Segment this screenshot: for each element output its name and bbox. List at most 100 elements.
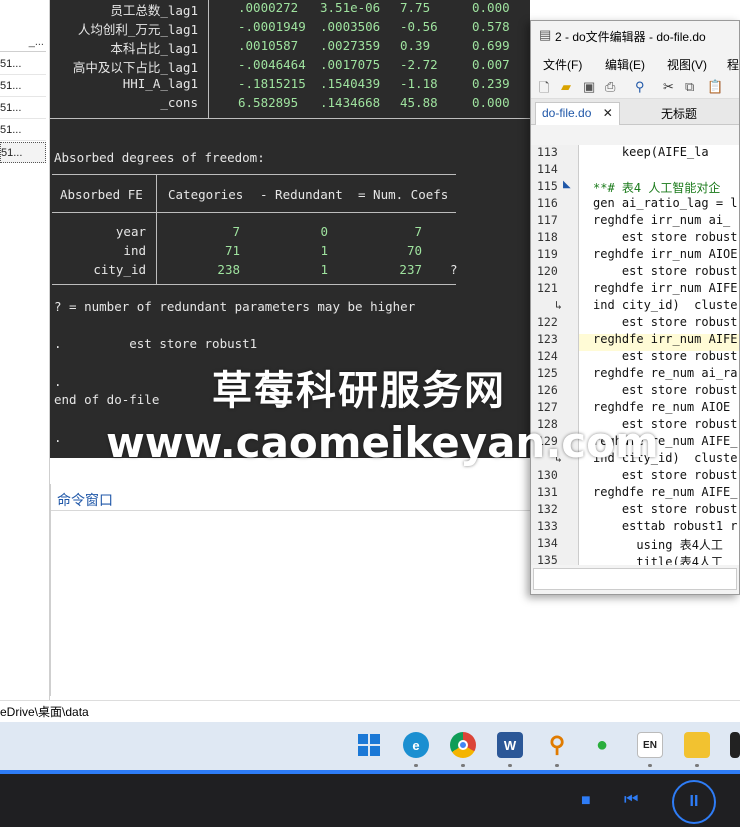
previous-icon[interactable]: ⏮ — [624, 791, 638, 809]
menu-program[interactable]: 程 — [727, 56, 739, 73]
footnote: ? = number of redundant parameters may b… — [54, 299, 416, 314]
line-number: 118 — [537, 230, 558, 244]
cut-icon[interactable]: ✂ — [663, 79, 674, 95]
line-number: 125 — [537, 366, 558, 380]
code-line: est store robust — [593, 468, 738, 482]
wrap-indicator-icon: ↳ — [555, 298, 562, 312]
variable-row-selected[interactable]: 51... — [0, 142, 46, 163]
windows-start-icon[interactable] — [356, 732, 382, 758]
fe-table-divider — [156, 174, 157, 284]
variable-row[interactable]: 51... — [0, 98, 46, 119]
tab-dofile[interactable]: do-file.do ✕ — [535, 102, 620, 125]
playback-progress[interactable] — [0, 770, 740, 774]
fe-cell-flag: ? — [450, 262, 458, 277]
line-number: 127 — [537, 400, 558, 414]
prompt-dot: . — [54, 430, 62, 445]
reg-cell-t: -1.18 — [400, 76, 438, 91]
save-icon[interactable]: ▣ — [583, 79, 595, 95]
line-number: 117 — [537, 213, 558, 227]
variable-row[interactable]: 51... — [0, 54, 46, 75]
pause-button[interactable]: II — [672, 780, 716, 824]
code-line: **# 表4 人工智能对企 — [593, 181, 721, 195]
file-explorer-icon[interactable] — [684, 732, 710, 758]
edge-icon[interactable]: e — [403, 732, 429, 758]
code-line: est store robust — [593, 264, 738, 278]
line-number: 119 — [537, 247, 558, 261]
menu-file[interactable]: 文件(F) — [543, 56, 582, 73]
reg-cell-p: 0.007 — [472, 57, 510, 72]
code-line: reghdfe irr_num AIFE — [593, 332, 738, 346]
variables-panel: _... 51... 51... 51... 51... 51... — [0, 0, 50, 700]
code-line: reghdfe re_num AIFE_ — [593, 485, 738, 499]
reg-cell-t: 7.75 — [400, 0, 431, 15]
word-icon[interactable]: W — [497, 732, 523, 758]
reg-cell-p: 0.239 — [472, 76, 510, 91]
line-number: 133 — [537, 519, 558, 533]
reg-cell-t: 45.88 — [400, 95, 438, 110]
print-icon[interactable]: ⎙ — [605, 79, 615, 95]
reg-cell-coef: -.0046464 — [238, 57, 306, 72]
open-folder-icon[interactable]: ▰ — [561, 79, 571, 95]
close-tab-icon[interactable]: ✕ — [603, 106, 613, 120]
reg-cell-se: 3.51e-06 — [320, 0, 381, 15]
reg-cell-se: .1540439 — [320, 76, 381, 91]
est-store-line: . est store robust1 — [54, 336, 258, 351]
running-indicator — [695, 764, 699, 767]
editor-toolbar: 🗋 ▰ ▣ ⎙ ⚲ ✂ ⧉ 📋 — [531, 75, 739, 99]
line-number: 131 — [537, 485, 558, 499]
reg-variable-name: 人均创利_万元_lag1 — [77, 22, 198, 37]
code-area[interactable]: 113 114 115 116 117 118 119 120 121 ↳ 122 123 124 125… — [531, 145, 739, 565]
code-line: reghdfe irr_num AIFE — [593, 281, 738, 295]
line-number: 120 — [537, 264, 558, 278]
editor-menubar: 文件(F) 编辑(E) 视图(V) 程 — [531, 51, 739, 75]
code-line: est store robust — [593, 502, 738, 516]
code-line: reghdfe re_num AIOE — [593, 400, 731, 414]
bookmark-icon[interactable]: ◣ — [563, 179, 571, 190]
variable-row[interactable]: 51... — [0, 76, 46, 97]
line-number: 121 — [537, 281, 558, 295]
fe-header-categories: Categories — [168, 187, 244, 202]
code-line: keep(AIFE_la — [593, 145, 709, 159]
column-header[interactable]: _... — [29, 36, 44, 48]
fe-cell-red: 1 — [320, 243, 328, 258]
fe-cell-red: 1 — [320, 262, 328, 277]
menu-view[interactable]: 视图(V) — [667, 56, 707, 73]
wechat-icon[interactable]: ● — [589, 732, 615, 758]
fe-cell-name: year — [115, 224, 146, 239]
reg-variable-name: 本科占比_lag1 — [110, 41, 198, 56]
code-line: ind city_id) cluste — [593, 298, 738, 312]
variable-row[interactable]: 51... — [0, 120, 46, 141]
editor-titlebar[interactable]: ▤ 2 - do文件编辑器 - do-file.do — [531, 21, 739, 51]
taskbar: e W ⚲ ● EN — [0, 722, 740, 770]
terminal-icon[interactable] — [730, 732, 740, 758]
search-app-icon[interactable]: ⚲ — [544, 732, 570, 758]
tab-untitled[interactable]: 无标题 — [655, 102, 703, 125]
fe-cell-name: ind — [123, 243, 146, 258]
input-method-icon[interactable]: EN — [637, 732, 663, 758]
code-line: est store robust — [593, 230, 738, 244]
fe-header-absorbed: Absorbed FE — [60, 187, 143, 202]
new-file-icon[interactable]: 🗋 — [539, 79, 549, 101]
chrome-icon[interactable] — [450, 732, 476, 758]
watermark-text: 草莓科研服务网 — [212, 368, 506, 414]
reg-cell-se: .0017075 — [320, 57, 381, 72]
stop-icon[interactable]: ■ — [581, 792, 591, 810]
document-icon: ▤ — [539, 27, 552, 42]
paste-icon[interactable]: 📋 — [707, 79, 723, 95]
code-line: reghdfe re_num ai_ra — [593, 366, 738, 380]
copy-icon[interactable]: ⧉ — [685, 79, 694, 95]
table-divider — [208, 0, 209, 118]
code-line: est store robust — [593, 383, 738, 397]
fe-table-top-rule — [52, 174, 456, 175]
dofile-editor-window[interactable]: ▤ 2 - do文件编辑器 - do-file.do 文件(F) 编辑(E) 视… — [530, 20, 740, 595]
menu-edit[interactable]: 编辑(E) — [605, 56, 645, 73]
working-directory-bar: eDrive\桌面\data — [0, 700, 740, 722]
reg-cell-p: 0.699 — [472, 38, 510, 53]
variables-panel-header: _... — [0, 34, 46, 52]
line-number: 134 — [537, 536, 558, 550]
line-number: 126 — [537, 383, 558, 397]
code-line: esttab robust1 r — [593, 519, 738, 533]
line-number: 114 — [537, 162, 558, 176]
code-line: gen ai_ratio_lag = l — [593, 196, 738, 210]
search-icon[interactable]: ⚲ — [635, 79, 645, 95]
